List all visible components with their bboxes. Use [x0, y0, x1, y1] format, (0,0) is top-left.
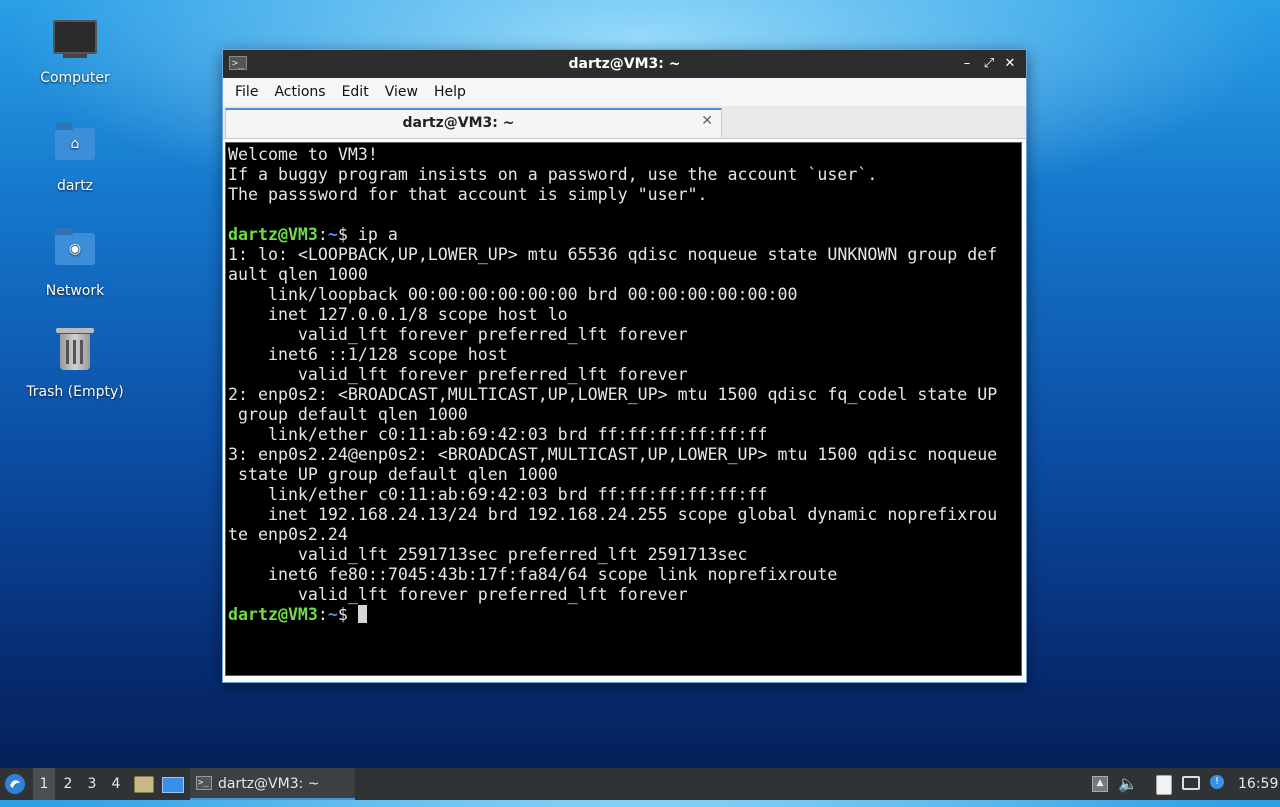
window-titlebar[interactable]: >_ dartz@VM3: ~ – ⤢ ✕ — [223, 50, 1026, 78]
workspace-4[interactable]: 4 — [105, 768, 127, 800]
notification-icon[interactable]: ! — [1210, 768, 1228, 800]
prompt-user: dartz@VM3 — [228, 605, 318, 624]
desktop-icon-home-folder[interactable]: ⌂ dartz — [20, 122, 130, 194]
prompt-user: dartz@VM3 — [228, 225, 318, 244]
tab-bar: dartz@VM3: ~ ✕ — [223, 106, 1026, 139]
taskbar-window-terminal[interactable]: >_ dartz@VM3: ~ — [190, 768, 355, 800]
taskbar-window-label: dartz@VM3: ~ — [218, 776, 320, 792]
clipboard-icon[interactable] — [1156, 768, 1176, 800]
prompt-symbol: $ — [337, 605, 358, 624]
prompt-path: ~ — [327, 225, 338, 244]
prompt-symbol: $ — [337, 225, 358, 244]
workspace-1[interactable]: 1 — [33, 768, 55, 800]
terminal-icon: >_ — [196, 776, 212, 790]
network-connection-icon[interactable] — [1182, 768, 1204, 800]
menu-view[interactable]: View — [377, 84, 426, 100]
network-folder-icon: ◉ — [53, 228, 97, 277]
clock[interactable]: 16:59 — [1238, 768, 1278, 800]
taskbar: 1 2 3 4 >_ dartz@VM3: ~ ▲ 🔈 ! 16:59 — [0, 768, 1280, 800]
terminal-output[interactable]: Welcome to VM3! If a buggy program insis… — [225, 142, 1022, 676]
desktop-icon-trash[interactable]: Trash (Empty) — [20, 328, 130, 400]
terminal-window[interactable]: >_ dartz@VM3: ~ – ⤢ ✕ File Actions Edit … — [222, 49, 1027, 683]
prompt-path: ~ — [327, 605, 338, 624]
app-menu-icon[interactable] — [4, 768, 30, 800]
workspace-3[interactable]: 3 — [81, 768, 103, 800]
prompt-separator: : — [317, 605, 328, 624]
menu-actions[interactable]: Actions — [266, 84, 333, 100]
desktop-icon-label: Computer — [40, 70, 110, 86]
desktop-icon-label: Network — [45, 283, 105, 299]
desktop-icon-network[interactable]: ◉ Network — [20, 227, 130, 299]
show-desktop-icon[interactable] — [162, 768, 184, 800]
tab-terminal[interactable]: dartz@VM3: ~ ✕ — [225, 108, 722, 138]
desktop-icon-label: dartz — [56, 178, 94, 194]
menu-edit[interactable]: Edit — [334, 84, 377, 100]
text-cursor — [357, 605, 367, 623]
file-manager-icon[interactable] — [134, 768, 154, 800]
motd-text: Welcome to VM3! If a buggy program insis… — [228, 145, 878, 204]
tray-arrow-icon[interactable]: ▲ — [1092, 768, 1110, 800]
tab-label: dartz@VM3: ~ — [402, 115, 515, 131]
desktop-icon-computer[interactable]: Computer — [20, 16, 130, 86]
menu-file[interactable]: File — [227, 84, 266, 100]
home-folder-icon: ⌂ — [53, 123, 97, 172]
desktop-icon-label: Trash (Empty) — [26, 384, 124, 400]
workspace-2[interactable]: 2 — [57, 768, 79, 800]
prompt-separator: : — [317, 225, 328, 244]
terminal-text: Welcome to VM3! If a buggy program insis… — [228, 145, 1021, 625]
maximize-button[interactable]: ⤢ — [980, 55, 998, 73]
typed-command: ip a — [357, 225, 398, 244]
volume-icon[interactable]: 🔈 — [1118, 768, 1138, 800]
close-button[interactable]: ✕ — [1001, 55, 1019, 73]
window-title: dartz@VM3: ~ — [568, 56, 681, 72]
tab-close-icon[interactable]: ✕ — [701, 113, 713, 129]
menubar: File Actions Edit View Help — [223, 78, 1026, 106]
minimize-button[interactable]: – — [958, 55, 976, 73]
trash-icon — [53, 328, 97, 378]
computer-icon — [53, 20, 97, 64]
command-output: 1: lo: <LOOPBACK,UP,LOWER_UP> mtu 65536 … — [228, 245, 998, 604]
menu-help[interactable]: Help — [426, 84, 474, 100]
